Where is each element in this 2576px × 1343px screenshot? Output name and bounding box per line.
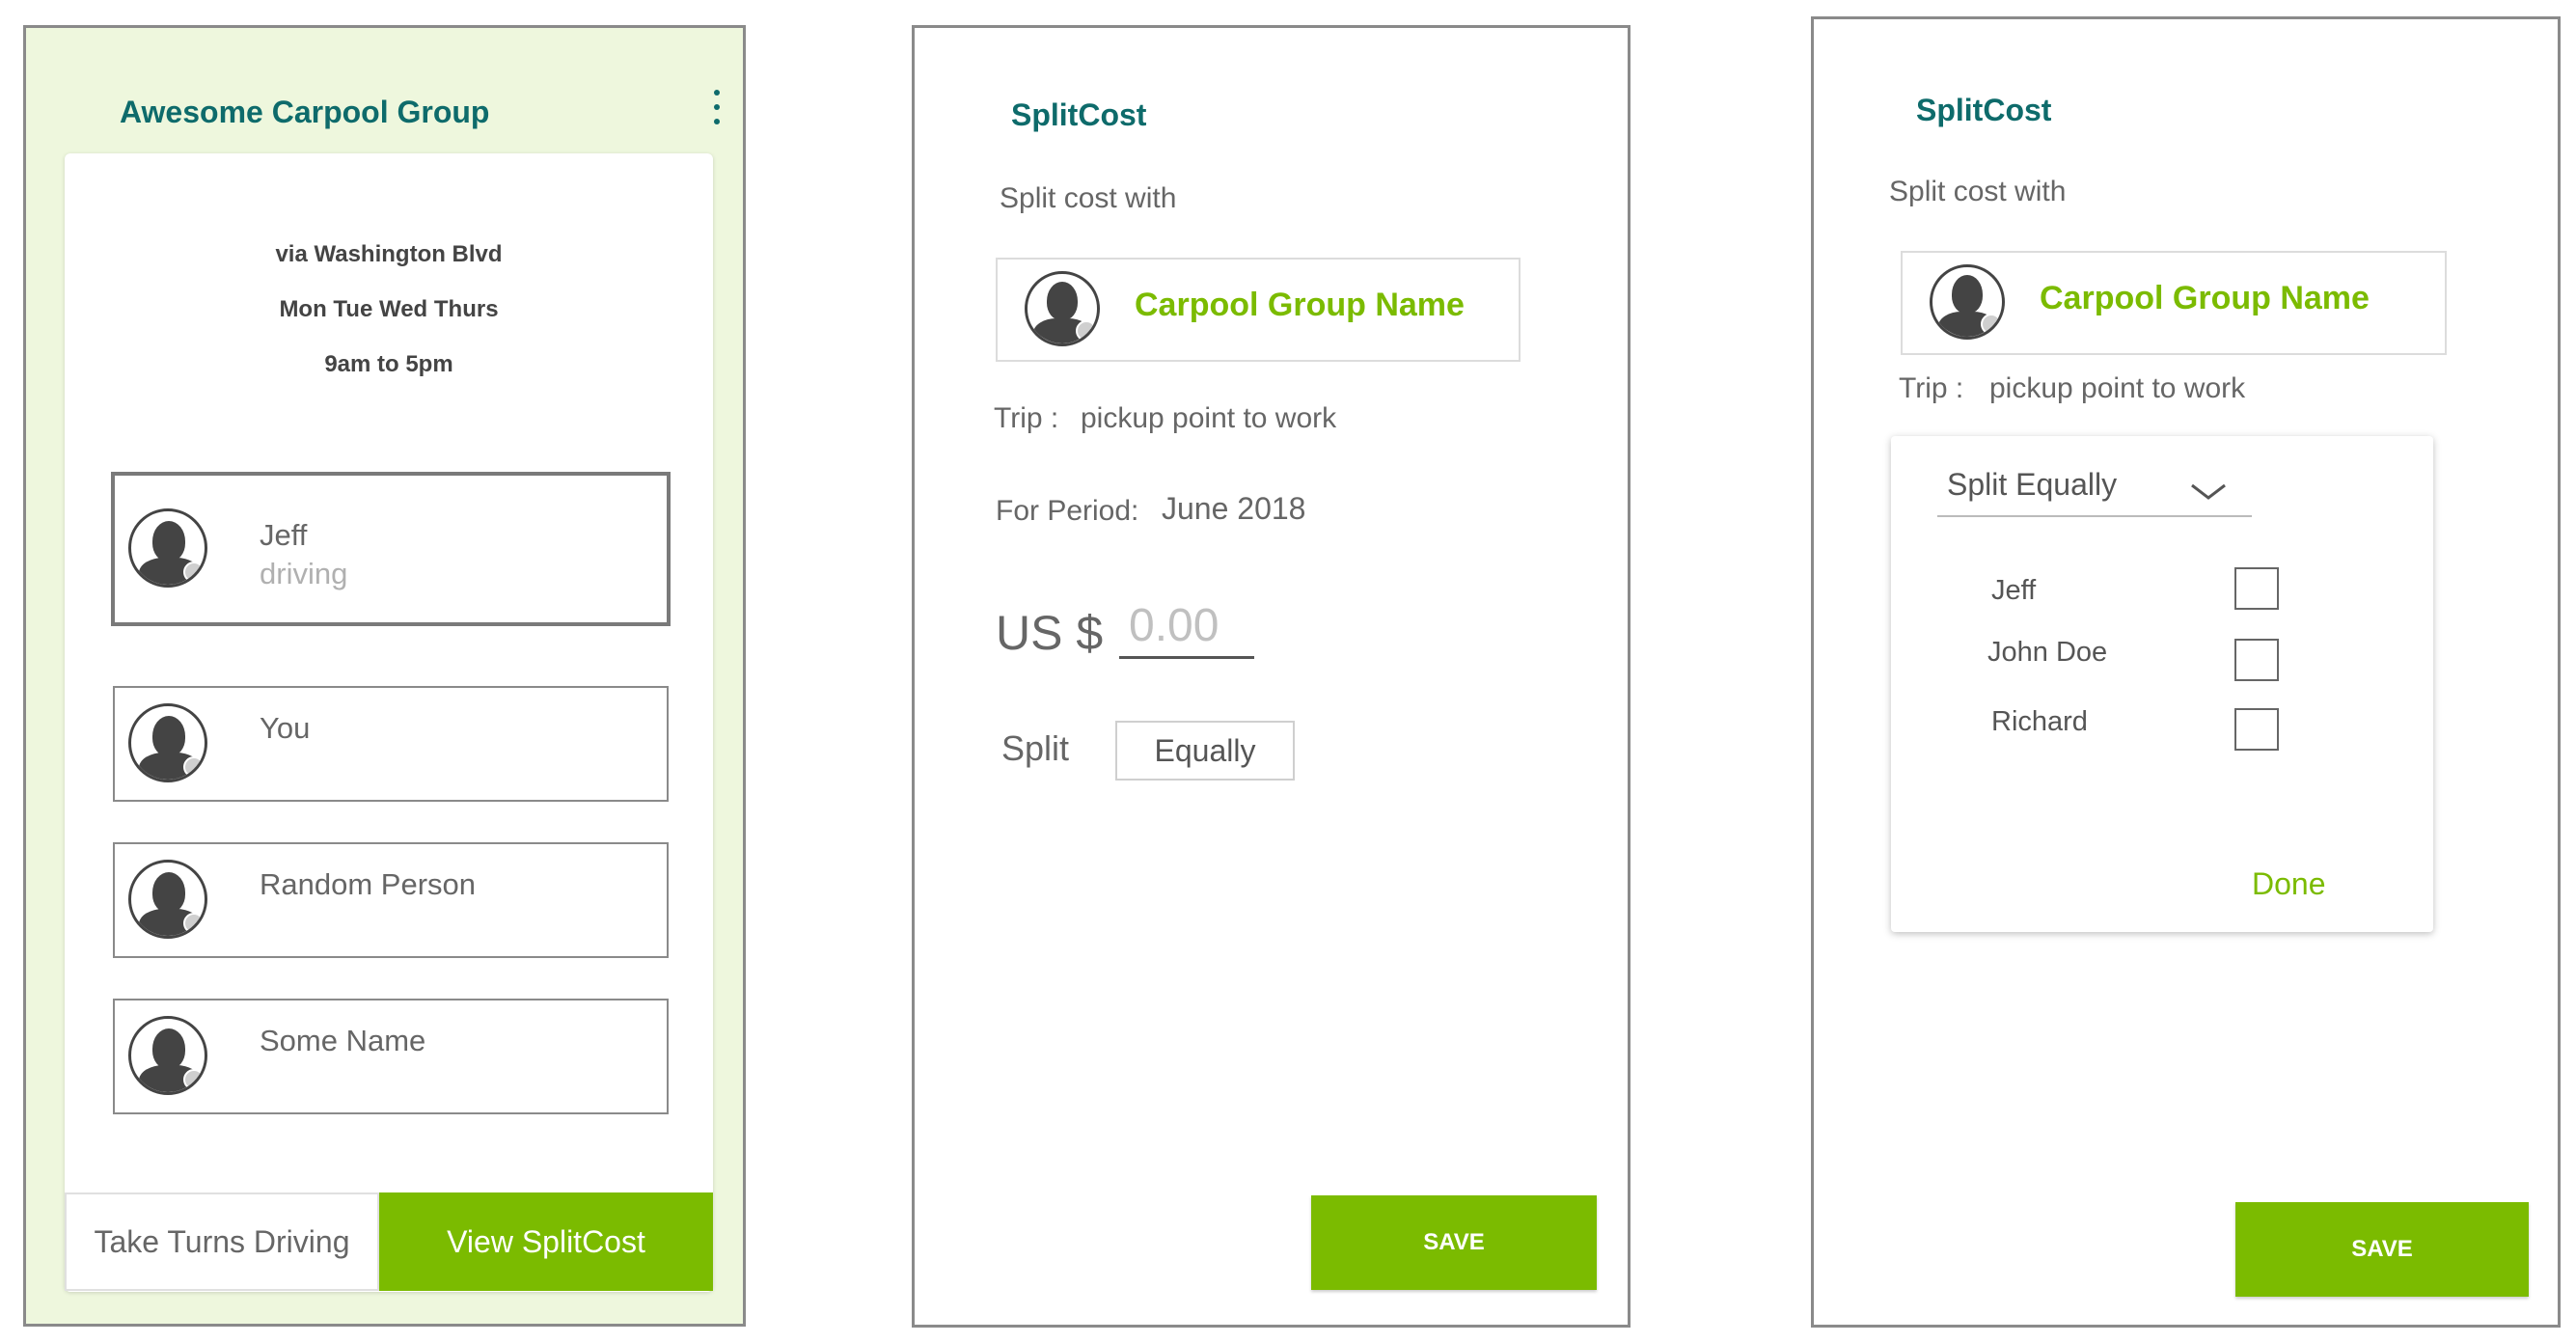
save-button[interactable]: SAVE xyxy=(1311,1195,1597,1290)
avatar xyxy=(128,508,207,588)
done-button[interactable]: Done xyxy=(2252,866,2326,902)
split-cost-with-label: Split cost with xyxy=(1000,182,1177,214)
trip-value: pickup point to work xyxy=(1081,402,1337,434)
group-name: Carpool Group Name xyxy=(2040,280,2370,316)
group-selector[interactable]: Carpool Group Name xyxy=(996,258,1521,362)
group-avatar-icon xyxy=(1930,264,2005,340)
split-options-popup: Split Equally Jeff John Doe Richard Done xyxy=(1891,436,2433,932)
person-name: Jeff xyxy=(1991,575,2037,606)
person-checkbox[interactable] xyxy=(2234,708,2279,751)
person-checkbox[interactable] xyxy=(2234,567,2279,610)
split-method-select[interactable]: Equally xyxy=(1115,721,1295,781)
period-label: For Period: xyxy=(996,495,1139,527)
avatar xyxy=(128,1016,207,1095)
avatar xyxy=(128,703,207,782)
chevron-down-icon xyxy=(2191,483,2226,500)
carpool-group-screen: Awesome Carpool Group via Washington Blv… xyxy=(23,25,746,1327)
days-text: Mon Tue Wed Thurs xyxy=(279,296,499,322)
person-name: John Doe xyxy=(1987,637,2108,668)
save-button[interactable]: SAVE xyxy=(2235,1202,2529,1297)
split-dropdown-value: Split Equally xyxy=(1947,467,2118,502)
more-vertical-icon[interactable] xyxy=(709,88,723,126)
member-status: driving xyxy=(260,557,348,590)
period-value: June 2018 xyxy=(1162,491,1306,526)
member-row[interactable]: Some Name xyxy=(113,999,669,1114)
split-dropdown[interactable]: Split Equally xyxy=(1937,455,2252,517)
group-title: Awesome Carpool Group xyxy=(120,95,490,129)
member-name: Jeff xyxy=(260,518,308,552)
group-name: Carpool Group Name xyxy=(1135,287,1465,323)
group-avatar-icon xyxy=(1025,271,1100,346)
trip-label: Trip : xyxy=(1899,372,1964,404)
trip-label: Trip : xyxy=(994,402,1059,434)
take-turns-driving-button[interactable]: Take Turns Driving xyxy=(65,1192,379,1291)
app-title: SplitCost xyxy=(1916,93,2052,127)
split-cost-with-label: Split cost with xyxy=(1889,176,2067,207)
trip-value: pickup point to work xyxy=(1989,372,2246,404)
member-name: Some Name xyxy=(260,1024,426,1057)
member-row[interactable]: Random Person xyxy=(113,842,669,958)
amount-input[interactable]: 0.00 xyxy=(1119,599,1254,659)
group-selector[interactable]: Carpool Group Name xyxy=(1901,251,2447,355)
person-name: Richard xyxy=(1991,706,2088,737)
avatar xyxy=(128,860,207,939)
currency-label: US $ xyxy=(996,606,1104,660)
member-name: You xyxy=(260,711,311,745)
member-row[interactable]: You xyxy=(113,686,669,802)
person-checkbox[interactable] xyxy=(2234,639,2279,681)
member-name: Random Person xyxy=(260,867,477,901)
hours-text: 9am to 5pm xyxy=(324,351,453,377)
splitcost-screen: SplitCost Split cost with Carpool Group … xyxy=(912,25,1631,1328)
route-text: via Washington Blvd xyxy=(275,241,503,267)
app-title: SplitCost xyxy=(1011,97,1147,132)
split-label: Split xyxy=(1001,728,1070,768)
member-row-driver[interactable]: Jeff driving xyxy=(111,472,671,626)
view-splitcost-button[interactable]: View SplitCost xyxy=(379,1192,713,1291)
splitcost-dropdown-screen: SplitCost Split cost with Carpool Group … xyxy=(1811,16,2561,1328)
